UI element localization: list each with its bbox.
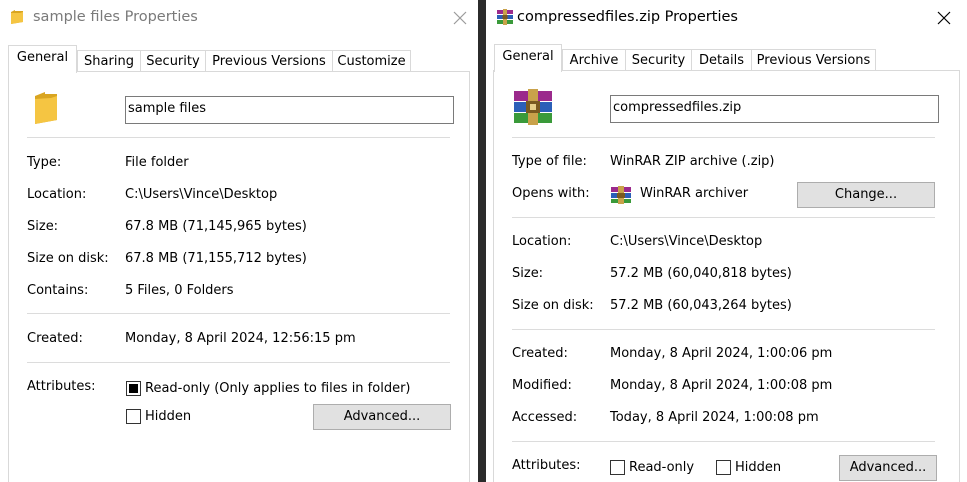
tab-previous-versions[interactable]: Previous Versions	[751, 49, 876, 71]
window-title: compressedfiles.zip Properties	[517, 9, 738, 25]
tab-sharing[interactable]: Sharing	[77, 50, 141, 72]
accessed-value: Today, 8 April 2024, 1:00:08 pm	[610, 410, 819, 425]
location-value: C:\Users\Vince\Desktop	[610, 234, 763, 249]
modified-value: Monday, 8 April 2024, 1:00:08 pm	[610, 378, 833, 393]
separator	[512, 441, 935, 442]
folder-properties-dialog: sample files Properties General Sharing …	[0, 0, 478, 482]
type-value: File folder	[125, 155, 189, 170]
separator	[512, 217, 935, 218]
window-gap	[478, 0, 486, 482]
accessed-label: Accessed:	[512, 410, 578, 425]
location-value: C:\Users\Vince\Desktop	[125, 187, 278, 202]
contains-value: 5 Files, 0 Folders	[125, 283, 234, 298]
title-bar[interactable]: sample files Properties	[0, 0, 478, 36]
attributes-label: Attributes:	[27, 379, 96, 394]
modified-label: Modified:	[512, 378, 572, 393]
attributes-label: Attributes:	[512, 458, 581, 473]
size-on-disk-label: Size on disk:	[27, 251, 109, 266]
tab-security[interactable]: Security	[625, 49, 692, 71]
folder-icon	[10, 9, 24, 29]
tab-general[interactable]: General	[8, 45, 77, 73]
hidden-checkbox[interactable]	[716, 460, 731, 475]
hidden-checkbox[interactable]	[126, 409, 141, 424]
size-value: 67.8 MB (71,145,965 bytes)	[125, 219, 307, 234]
close-icon	[453, 11, 467, 25]
size-label: Size:	[27, 219, 59, 234]
hidden-label[interactable]: Hidden	[145, 409, 191, 424]
readonly-checkbox[interactable]	[126, 381, 141, 396]
zip-properties-dialog: compressedfiles.zip Properties General A…	[486, 0, 967, 482]
created-value: Monday, 8 April 2024, 12:56:15 pm	[125, 331, 356, 346]
created-value: Monday, 8 April 2024, 1:00:06 pm	[610, 346, 833, 361]
tab-previous-versions[interactable]: Previous Versions	[205, 50, 333, 72]
separator	[27, 362, 450, 363]
size-on-disk-value: 57.2 MB (60,043,264 bytes)	[610, 298, 792, 313]
tab-security[interactable]: Security	[140, 50, 206, 72]
folder-icon	[33, 90, 59, 130]
size-value: 57.2 MB (60,040,818 bytes)	[610, 266, 792, 281]
title-bar[interactable]: compressedfiles.zip Properties	[486, 0, 967, 36]
separator	[512, 137, 935, 138]
size-label: Size:	[512, 266, 544, 281]
type-of-file-value: WinRAR ZIP archive (.zip)	[610, 154, 775, 169]
name-field[interactable]: sample files	[125, 96, 454, 124]
change-button[interactable]: Change...	[797, 182, 935, 208]
created-label: Created:	[27, 331, 83, 346]
readonly-label[interactable]: Read-only (Only applies to files in fold…	[145, 381, 410, 396]
separator	[512, 329, 935, 330]
readonly-label[interactable]: Read-only	[629, 460, 694, 475]
advanced-button[interactable]: Advanced...	[839, 455, 937, 481]
separator	[27, 313, 450, 314]
type-of-file-label: Type of file:	[512, 154, 587, 169]
general-panel: compressedfiles.zip Type of file: WinRAR…	[493, 70, 960, 482]
readonly-checkbox[interactable]	[610, 460, 625, 475]
location-label: Location:	[27, 187, 87, 202]
type-label: Type:	[27, 155, 62, 170]
window-title: sample files Properties	[33, 9, 198, 25]
tab-archive[interactable]: Archive	[562, 49, 626, 71]
winrar-archive-icon	[512, 89, 554, 129]
close-button[interactable]	[933, 7, 955, 29]
size-on-disk-value: 67.8 MB (71,155,712 bytes)	[125, 251, 307, 266]
opens-with-value: WinRAR archiver	[640, 186, 749, 201]
general-panel: sample files Type: File folder Location:…	[8, 71, 470, 482]
tab-details[interactable]: Details	[691, 49, 752, 71]
name-field[interactable]: compressedfiles.zip	[610, 95, 939, 123]
winrar-icon	[610, 186, 632, 208]
winrar-archive-icon	[496, 9, 514, 29]
separator	[27, 137, 450, 138]
location-label: Location:	[512, 234, 572, 249]
close-button[interactable]	[449, 7, 471, 29]
tab-customize[interactable]: Customize	[332, 50, 411, 72]
created-label: Created:	[512, 346, 568, 361]
advanced-button[interactable]: Advanced...	[313, 404, 451, 430]
close-icon	[937, 11, 951, 25]
size-on-disk-label: Size on disk:	[512, 298, 594, 313]
tab-general[interactable]: General	[494, 44, 562, 72]
contains-label: Contains:	[27, 283, 89, 298]
opens-with-label: Opens with:	[512, 186, 590, 201]
hidden-label[interactable]: Hidden	[735, 460, 781, 475]
